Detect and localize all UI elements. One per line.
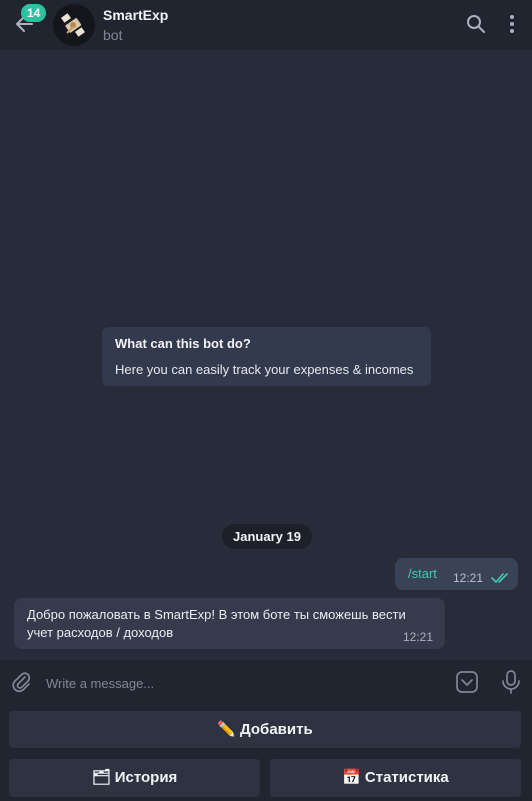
message-time: 12:21 xyxy=(453,571,484,585)
chevron-down-box-icon xyxy=(456,671,478,693)
add-button[interactable]: ✏️ Добавить xyxy=(9,711,521,748)
voice-message-button[interactable] xyxy=(500,669,522,695)
search-icon xyxy=(467,15,485,33)
history-button[interactable]: 🗂 История xyxy=(9,759,260,797)
outgoing-message[interactable]: /start 12:21 xyxy=(395,558,518,590)
chat-subtitle: bot xyxy=(103,27,123,43)
message-composer xyxy=(0,660,532,704)
bot-keyboard-toggle[interactable] xyxy=(455,670,479,694)
more-vertical-icon xyxy=(510,15,514,33)
card-index-dividers-icon: 🗂 xyxy=(91,769,111,786)
bot-info-card: What can this bot do? Here you can easil… xyxy=(102,327,431,386)
satellite-icon xyxy=(61,13,85,37)
pencil-icon: ✏️ xyxy=(217,721,237,738)
message-time: 12:21 xyxy=(402,630,433,644)
chat-title[interactable]: SmartExp xyxy=(103,7,168,23)
more-options-button[interactable] xyxy=(501,13,523,35)
statistics-button[interactable]: 📅 Статистика xyxy=(270,759,521,797)
attach-button[interactable] xyxy=(10,670,34,694)
search-button[interactable] xyxy=(465,13,487,35)
message-text: Добро пожаловать в SmartExp! В этом боте… xyxy=(27,607,406,640)
incoming-message[interactable]: Добро пожаловать в SmartExp! В этом боте… xyxy=(14,598,445,649)
bot-keyboard: ✏️ Добавить 🗂 История 📅 Статистика xyxy=(0,704,532,801)
avatar[interactable] xyxy=(53,4,95,46)
paperclip-icon xyxy=(12,672,31,693)
add-button-label: Добавить xyxy=(240,721,313,738)
calendar-icon: 📅 xyxy=(342,769,361,786)
chat-header: 14 SmartExp bot xyxy=(0,0,532,50)
message-text[interactable]: /start xyxy=(408,566,437,581)
message-input[interactable] xyxy=(44,670,438,696)
bot-info-title: What can this bot do? xyxy=(115,336,251,351)
bot-info-text: Here you can easily track your expenses … xyxy=(115,362,414,377)
date-separator: January 19 xyxy=(222,524,312,549)
history-button-label: История xyxy=(114,769,178,786)
unread-count-badge: 14 xyxy=(21,4,47,22)
double-check-icon xyxy=(491,573,508,584)
microphone-icon xyxy=(502,670,520,694)
statistics-button-label: Статистика xyxy=(364,769,449,786)
